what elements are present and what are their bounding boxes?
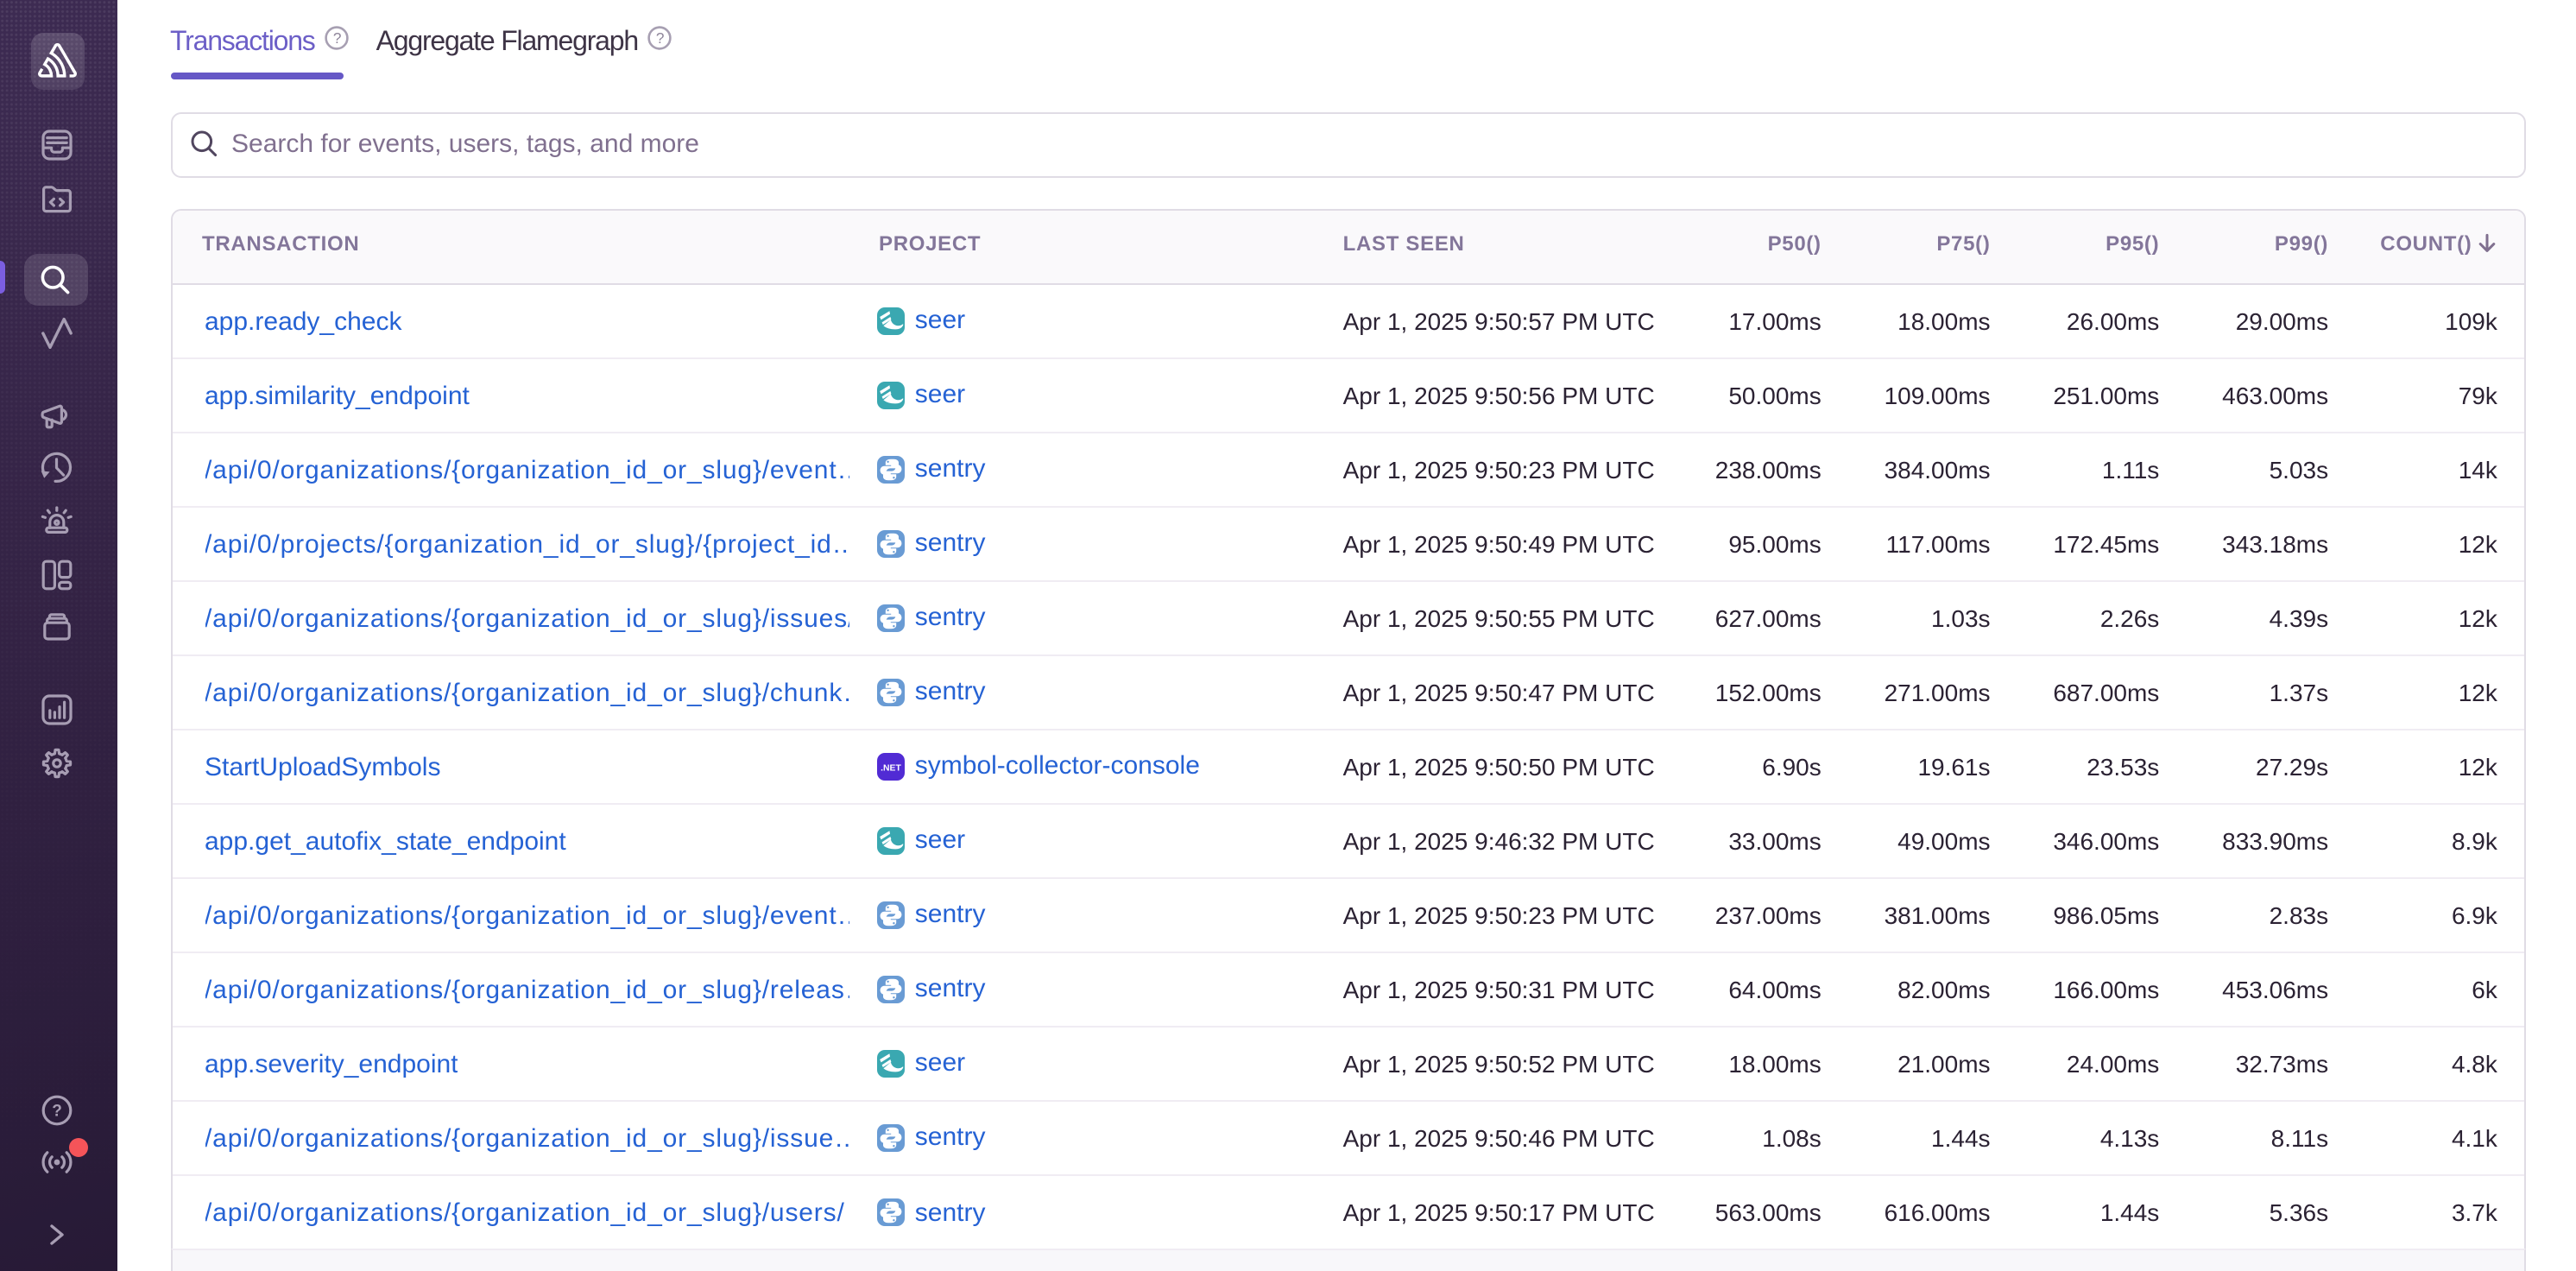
svg-text:?: ? [657, 29, 665, 47]
svg-text:?: ? [51, 1101, 61, 1119]
svg-text:.NET: .NET [881, 763, 901, 773]
svg-text:?: ? [333, 29, 341, 47]
